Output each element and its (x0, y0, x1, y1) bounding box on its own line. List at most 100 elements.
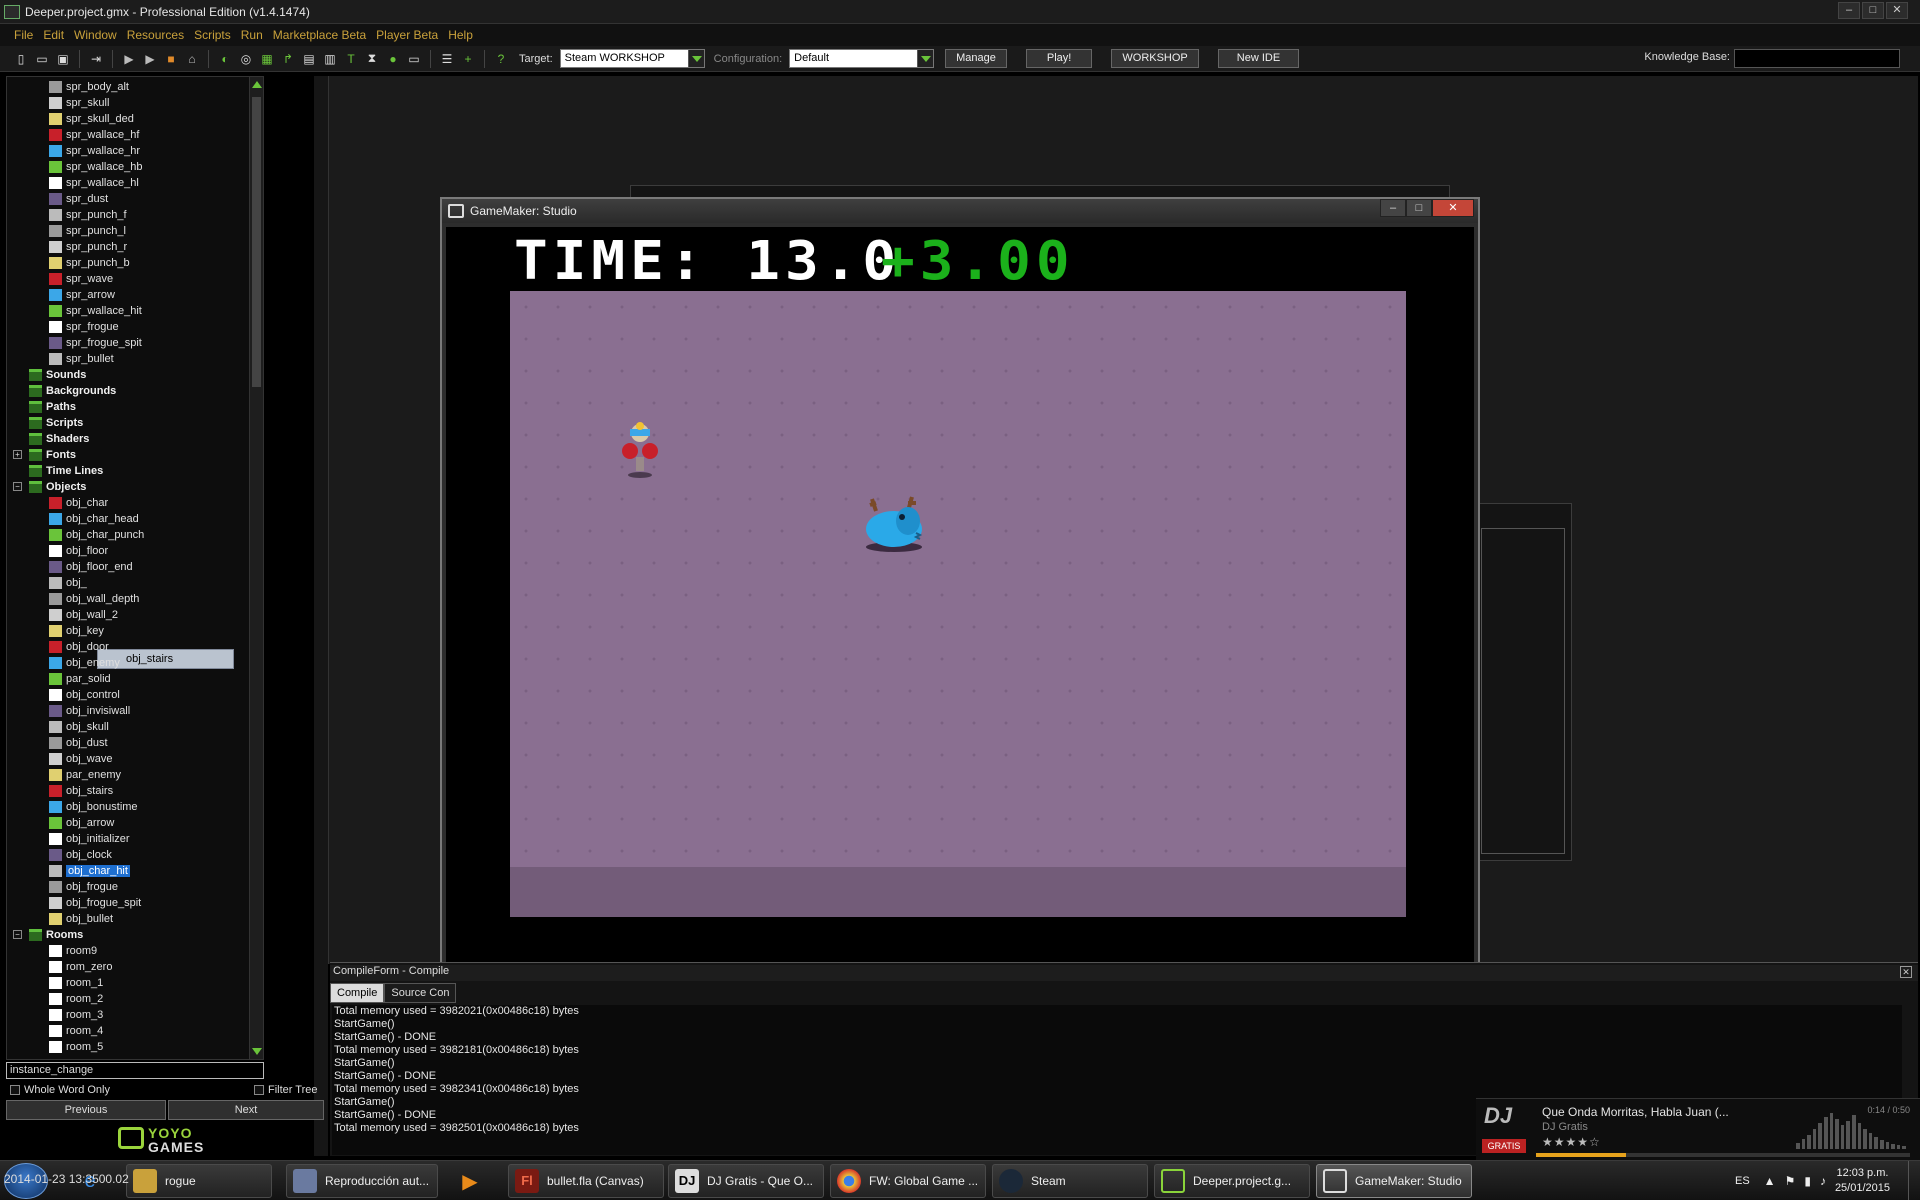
next-button[interactable]: Next (168, 1100, 324, 1120)
knowledge-base-input[interactable] (1734, 49, 1900, 68)
tree-item[interactable]: spr_body_alt (49, 80, 129, 93)
tree-item[interactable]: spr_punch_l (49, 224, 126, 237)
tree-item[interactable]: spr_frogue (49, 320, 119, 333)
tree-item[interactable]: obj_skull (49, 720, 109, 733)
tree-item[interactable]: obj_arrow (49, 816, 114, 829)
tree-folder[interactable]: Shaders (29, 432, 89, 445)
tree-item[interactable]: room_2 (49, 992, 103, 1005)
close-icon[interactable]: ✕ (1900, 966, 1912, 978)
tree-item[interactable]: room9 (49, 944, 97, 957)
tree-item[interactable]: rom_zero (49, 960, 112, 973)
new-ide-button[interactable]: New IDE (1217, 49, 1300, 68)
save-icon[interactable]: ▣ (54, 50, 72, 68)
game-canvas[interactable]: TIME: 13.0 +3.00 (446, 227, 1474, 995)
close-button[interactable]: ✕ (1432, 199, 1474, 217)
clean-icon[interactable]: ⌂ (183, 50, 201, 68)
tree-item[interactable]: obj_stairs (49, 784, 113, 797)
stop-icon[interactable]: ■ (162, 50, 180, 68)
tree-item[interactable]: obj_frogue (49, 880, 118, 893)
tree-item[interactable]: spr_punch_f (49, 208, 127, 221)
open-folder-icon[interactable]: ▭ (33, 50, 51, 68)
collapse-icon[interactable]: − (13, 930, 22, 939)
tree-item[interactable]: par_solid (49, 672, 111, 685)
add-path-icon[interactable]: ↱ (279, 50, 297, 68)
tree-item[interactable]: obj_ (49, 576, 87, 589)
add-room-icon[interactable]: ▭ (405, 50, 423, 68)
tree-item[interactable]: obj_char_head (49, 512, 139, 525)
close-button[interactable]: ✕ (1886, 2, 1908, 19)
export-icon[interactable]: ⇥ (87, 50, 105, 68)
add-timeline-icon[interactable]: ⧗ (363, 50, 381, 68)
tree-item[interactable]: obj_enemy (49, 656, 120, 669)
tree-item[interactable]: spr_wallace_hb (49, 160, 142, 173)
volume-icon[interactable]: ♪ (1820, 1174, 1826, 1188)
tree-item[interactable]: obj_control (49, 688, 120, 701)
add-sound-icon[interactable]: ◎ (237, 50, 255, 68)
tree-item[interactable]: obj_bonustime (49, 800, 138, 813)
action-center-icon[interactable]: ⚑ (1785, 1174, 1796, 1188)
taskbar-item-autoplay[interactable]: Reproducción aut... (286, 1164, 438, 1198)
tree-item[interactable]: obj_floor (49, 544, 108, 557)
tree-item[interactable]: spr_wallace_hit (49, 304, 142, 317)
add-font-icon[interactable]: T (342, 50, 360, 68)
menu-window[interactable]: Window (74, 28, 117, 42)
menu-run[interactable]: Run (241, 28, 263, 42)
play-button[interactable]: Play! (1025, 49, 1093, 68)
tree-item[interactable]: obj_door (49, 640, 109, 653)
tree-item[interactable]: obj_dust (49, 736, 108, 749)
scroll-down-icon[interactable] (252, 1048, 262, 1055)
tree-item[interactable]: obj_invisiwall (49, 704, 130, 717)
language-indicator[interactable]: ES (1735, 1175, 1750, 1187)
taskbar-item-dj-gratis[interactable]: DJ DJ Gratis - Que O... (668, 1164, 824, 1198)
tree-item[interactable]: spr_wallace_hr (49, 144, 140, 157)
chevron-down-icon[interactable] (917, 50, 934, 67)
tree-item[interactable]: spr_frogue_spit (49, 336, 142, 349)
add-sprite-icon[interactable]: ◐ (216, 50, 234, 68)
track-progress[interactable] (1536, 1153, 1910, 1157)
configuration-select[interactable]: Default (789, 49, 935, 68)
tree-item[interactable]: spr_wave (49, 272, 113, 285)
tree-folder[interactable]: Backgrounds (29, 384, 116, 397)
maximize-button[interactable]: □ (1862, 2, 1884, 19)
tree-folder[interactable]: Fonts (29, 448, 76, 461)
collapse-icon[interactable]: − (13, 482, 22, 491)
tree-item[interactable]: spr_wallace_hl (49, 176, 139, 189)
network-icon[interactable]: ▮ (1804, 1174, 1811, 1188)
menu-scripts[interactable]: Scripts (194, 28, 231, 42)
taskbar-item-deeper-project[interactable]: Deeper.project.g... (1154, 1164, 1310, 1198)
background-window[interactable] (1476, 503, 1572, 861)
chevron-down-icon[interactable] (687, 50, 704, 67)
add-object-icon[interactable]: ● (384, 50, 402, 68)
tree-item[interactable]: spr_arrow (49, 288, 115, 301)
whole-word-option[interactable]: Whole Word Only (10, 1083, 110, 1097)
tree-item[interactable]: obj_initializer (49, 832, 130, 845)
tree-folder[interactable]: Objects (29, 480, 86, 493)
tree-folder[interactable]: Sounds (29, 368, 86, 381)
tree-item[interactable]: obj_key (49, 624, 104, 637)
add-shader-icon[interactable]: ▥ (321, 50, 339, 68)
menu-help[interactable]: Help (448, 28, 473, 42)
scroll-thumb[interactable] (252, 97, 261, 387)
tree-item[interactable]: spr_punch_b (49, 256, 130, 269)
add-background-icon[interactable]: ▦ (258, 50, 276, 68)
tree-item[interactable]: obj_char_punch (49, 528, 144, 541)
tree-item[interactable]: obj_wave (49, 752, 112, 765)
taskbar-item-steam[interactable]: Steam (992, 1164, 1148, 1198)
show-desktop-button[interactable] (1908, 1161, 1920, 1200)
filter-tree-option[interactable]: Filter Tree (254, 1083, 318, 1097)
rating-stars[interactable]: ★★★★☆ (1542, 1135, 1601, 1149)
tree-item[interactable]: room_3 (49, 1008, 103, 1021)
tree-folder[interactable]: Time Lines (29, 464, 103, 477)
game-window[interactable]: GameMaker: Studio – □ ✕ TIME: 13.0 +3.00 (440, 197, 1480, 1001)
menu-file[interactable]: File (14, 28, 33, 42)
workshop-button[interactable]: WORKSHOP (1111, 49, 1199, 68)
tree-item[interactable]: spr_punch_r (49, 240, 127, 253)
tree-search-input[interactable]: instance_change (6, 1062, 264, 1079)
target-select[interactable]: Steam WORKSHOP (559, 49, 705, 68)
tree-item[interactable]: room_5 (49, 1040, 103, 1053)
menu-edit[interactable]: Edit (43, 28, 64, 42)
tree-item[interactable]: spr_skull (49, 96, 109, 109)
list-icon[interactable]: ☰ (438, 50, 456, 68)
maximize-button[interactable]: □ (1406, 199, 1432, 217)
panel-splitter[interactable] (314, 76, 328, 1156)
